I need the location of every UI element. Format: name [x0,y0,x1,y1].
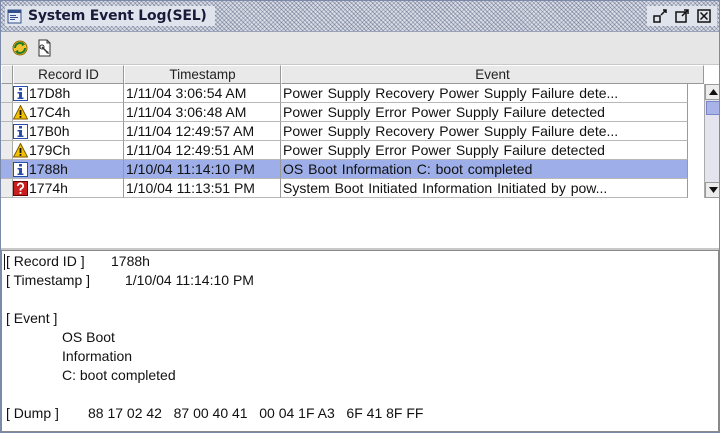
info-icon [13,85,28,101]
event-line-severity: Information [62,348,133,364]
record-id-label: [ Record ID ] [6,253,85,269]
row-header [1,84,13,103]
window-title: System Event Log(SEL) [28,8,207,24]
text-caret [4,254,5,270]
header-corner [1,65,13,84]
window-buttons [647,6,717,26]
record-id-cell: 1774h [13,179,124,198]
event-line-description: C: boot completed [62,367,176,383]
refresh-icon [12,40,28,56]
title-wrap: System Event Log(SEL) [5,6,215,26]
scrollbar-thumb[interactable] [706,101,719,115]
timestamp-cell: 1/11/04 12:49:57 AM [124,122,281,141]
timestamp-label: [ Timestamp ] [6,272,91,288]
properties-button[interactable] [33,36,57,60]
timestamp-cell: 1/11/04 3:06:48 AM [124,103,281,122]
table-row[interactable]: 17B0h 1/11/04 12:49:57 AM Power Supply R… [1,122,688,141]
row-header [1,141,13,160]
timestamp-cell: 1/11/04 3:06:54 AM [124,84,281,103]
event-cell: Power Supply Recovery Power Supply Failu… [281,84,688,103]
record-id-cell: 1788h [13,160,124,179]
record-id-value: 1788h [111,253,150,269]
event-cell: Power Supply Error Power Supply Failure … [281,141,688,160]
timestamp-cell: 1/10/04 11:13:51 PM [124,179,281,198]
record-id-text: 1788h [29,161,68,177]
record-id-cell: 17D8h [13,84,124,103]
table-row-selected[interactable]: 1788h 1/10/04 11:14:10 PM OS Boot Inform… [1,160,688,179]
refresh-button[interactable] [8,36,32,60]
event-cell: OS Boot Information C: boot completed [281,160,688,179]
table-row[interactable]: 17D8h 1/11/04 3:06:54 AM Power Supply Re… [1,84,688,103]
warning-icon [13,141,29,158]
row-header [1,122,13,141]
column-header-record-id[interactable]: Record ID [13,65,124,84]
close-icon[interactable] [693,6,715,26]
arrow-down-icon [708,187,718,193]
event-cell: Power Supply Error Power Supply Failure … [281,103,688,122]
timestamp-cell: 1/10/04 11:14:10 PM [124,160,281,179]
info-icon [13,161,28,177]
scroll-down-button[interactable] [705,182,719,198]
table-header: Record ID Timestamp Event [1,65,704,84]
app-window-icon [7,9,22,24]
column-header-timestamp[interactable]: Timestamp [124,65,281,84]
event-label: [ Event ] [6,310,58,326]
record-id-text: 17C4h [29,104,71,120]
record-id-cell: 17C4h [13,103,124,122]
title-bar[interactable]: System Event Log(SEL) [1,1,719,32]
properties-icon [38,39,51,57]
row-header [1,160,13,179]
dump-value: 88 17 02 42 87 00 40 41 00 04 1F A3 6F 4… [88,405,424,421]
timestamp-value: 1/10/04 11:14:10 PM [125,272,254,288]
table-row[interactable]: 17C4h 1/11/04 3:06:48 AM Power Supply Er… [1,103,688,122]
arrow-up-icon [708,89,718,95]
dump-label: [ Dump ] [6,405,59,421]
record-id-text: 179Ch [29,142,71,158]
event-table: Record ID Timestamp Event 17D8h 1/11/04 … [1,65,719,250]
maximize-icon[interactable] [671,6,693,26]
table-row[interactable]: 179Ch 1/11/04 12:49:51 AM Power Supply E… [1,141,688,160]
table-row[interactable]: 1774h 1/10/04 11:13:51 PM System Boot In… [1,179,688,198]
record-id-text: 17B0h [29,123,70,139]
record-id-text: 1774h [29,180,68,196]
scroll-up-button[interactable] [705,84,719,100]
event-cell: System Boot Initiated Information Initia… [281,179,688,198]
info-icon [13,123,28,139]
row-header [1,103,13,122]
row-header [1,179,13,198]
record-id-cell: 179Ch [13,141,124,160]
toolbar [1,32,719,65]
event-detail-pane[interactable]: [ Record ID ] 1788h [ Timestamp ] 1/10/0… [1,250,719,432]
timestamp-cell: 1/11/04 12:49:51 AM [124,141,281,160]
event-cell: Power Supply Recovery Power Supply Failu… [281,122,688,141]
minimize-icon[interactable] [649,6,671,26]
vertical-scrollbar[interactable] [704,84,719,198]
record-id-cell: 17B0h [13,122,124,141]
sel-window: System Event Log(SEL) Record ID Timestam… [0,0,720,433]
record-id-text: 17D8h [29,85,71,101]
event-line-type: OS Boot [62,329,115,345]
warning-icon [13,103,29,120]
column-header-event[interactable]: Event [281,65,704,84]
question-icon [13,180,28,196]
